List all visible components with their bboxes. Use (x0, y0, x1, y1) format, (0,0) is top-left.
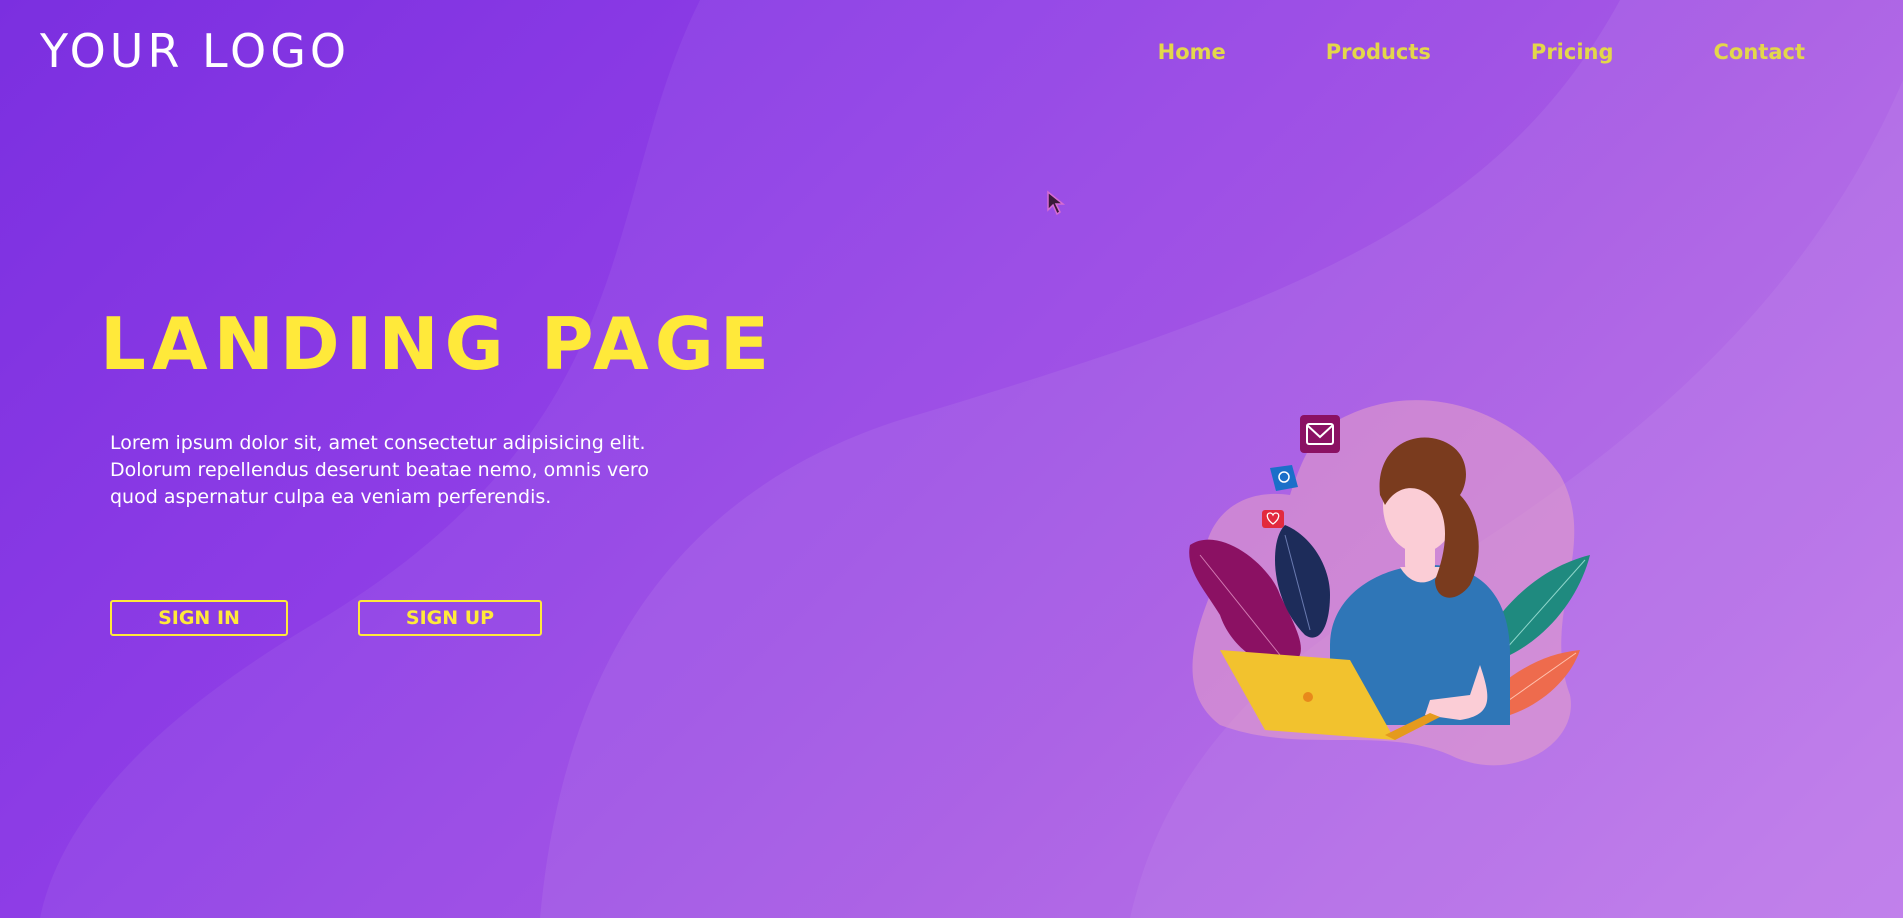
location-pin-icon (1270, 465, 1298, 491)
main-nav: Home Products Pricing Contact (1058, 40, 1805, 64)
site-logo[interactable]: YOUR LOGO (40, 24, 350, 78)
sign-up-button[interactable]: SIGN UP (358, 600, 542, 636)
hero-description: Lorem ipsum dolor sit, amet consectetur … (110, 432, 649, 508)
nav-contact[interactable]: Contact (1714, 40, 1806, 64)
sign-in-button[interactable]: SIGN IN (110, 600, 288, 636)
mail-icon (1300, 415, 1340, 453)
nav-home[interactable]: Home (1158, 40, 1226, 64)
hero-title: LANDING PAGE (100, 302, 775, 386)
nav-pricing[interactable]: Pricing (1531, 40, 1614, 64)
hero-illustration (1189, 400, 1590, 766)
nav-products[interactable]: Products (1326, 40, 1431, 64)
mouse-cursor-icon (1047, 190, 1066, 216)
heart-icon (1262, 510, 1284, 528)
